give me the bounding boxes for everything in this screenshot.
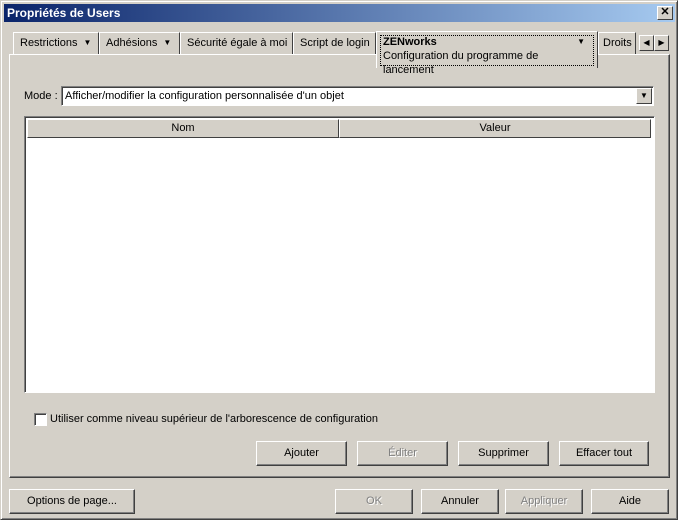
mode-dropdown-button[interactable]: ▼: [636, 88, 652, 104]
window-title: Propriétés de Users: [7, 6, 121, 20]
edit-button-label: Éditer: [388, 447, 417, 459]
column-header-label: Nom: [171, 122, 195, 134]
edit-button[interactable]: Éditer: [357, 441, 448, 466]
arrow-left-icon: ◀: [643, 38, 650, 47]
delete-button[interactable]: Supprimer: [458, 441, 549, 466]
chevron-down-icon[interactable]: ▼: [83, 38, 91, 47]
tab-subtitle: Configuration du programme de lancement: [383, 50, 539, 76]
tab-label: Adhésions: [106, 37, 158, 49]
chevron-down-icon[interactable]: ▼: [577, 35, 585, 49]
tab-restrictions[interactable]: Restrictions ▼: [13, 32, 99, 54]
tab-zenworks[interactable]: ZENworks ▼ Configuration du programme de …: [376, 31, 598, 76]
chevron-down-icon[interactable]: ▼: [163, 38, 171, 47]
mode-select[interactable]: Afficher/modifier la configuration perso…: [61, 86, 654, 106]
tab-adhesions[interactable]: Adhésions ▼: [99, 32, 180, 54]
tab-label: Sécurité égale à moi: [187, 37, 288, 49]
tab-label: Droits: [603, 37, 632, 49]
apply-button[interactable]: Appliquer: [505, 489, 583, 514]
page-options-button[interactable]: Options de page...: [9, 489, 135, 514]
tab-scroll-right-button[interactable]: ▶: [654, 35, 669, 51]
help-button[interactable]: Aide: [591, 489, 669, 514]
cancel-button-label: Annuler: [441, 495, 479, 507]
top-level-checkbox-label[interactable]: Utiliser comme niveau supérieur de l'arb…: [50, 413, 378, 426]
column-header-valeur[interactable]: Valeur: [339, 119, 651, 138]
tab-securite-egale[interactable]: Sécurité égale à moi: [180, 32, 293, 54]
tab-label: ZENworks: [383, 36, 437, 48]
page-options-button-label: Options de page...: [27, 495, 117, 507]
tab-label: Script de login: [300, 37, 370, 49]
column-header-label: Valeur: [479, 122, 511, 134]
clear-all-button-label: Effacer tout: [575, 447, 633, 459]
add-button[interactable]: Ajouter: [256, 441, 347, 466]
top-level-checkbox[interactable]: [34, 413, 47, 426]
tab-label: Restrictions: [20, 37, 78, 49]
delete-button-label: Supprimer: [478, 447, 529, 459]
tab-droits[interactable]: Droits: [598, 32, 636, 54]
mode-label: Mode :: [24, 90, 58, 102]
title-bar[interactable]: Propriétés de Users ✕: [4, 4, 675, 22]
add-button-label: Ajouter: [284, 447, 319, 459]
cancel-button[interactable]: Annuler: [421, 489, 499, 514]
ok-button-label: OK: [366, 495, 382, 507]
chevron-down-icon: ▼: [640, 91, 648, 100]
arrow-right-icon: ▶: [658, 38, 665, 47]
settings-list[interactable]: Nom Valeur: [24, 116, 655, 393]
tab-scroll-left-button[interactable]: ◀: [639, 35, 654, 51]
ok-button[interactable]: OK: [335, 489, 413, 514]
properties-window: Propriétés de Users ✕ Restrictions ▼ Adhé…: [0, 0, 678, 520]
help-button-label: Aide: [618, 495, 642, 507]
close-button[interactable]: ✕: [657, 6, 673, 20]
column-header-nom[interactable]: Nom: [27, 119, 339, 138]
mode-select-value: Afficher/modifier la configuration perso…: [65, 90, 344, 102]
apply-button-label: Appliquer: [520, 495, 568, 507]
close-icon: ✕: [660, 6, 670, 18]
clear-all-button[interactable]: Effacer tout: [559, 441, 649, 466]
tab-script-de-login[interactable]: Script de login: [293, 32, 376, 54]
